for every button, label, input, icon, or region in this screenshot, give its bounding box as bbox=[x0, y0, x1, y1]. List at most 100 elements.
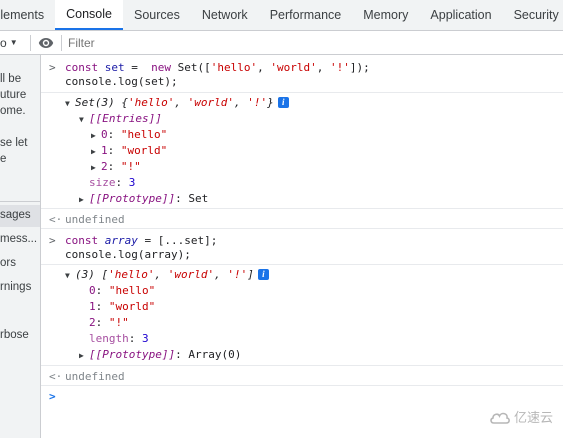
sidebar-text: se let bbox=[0, 137, 28, 149]
tab-elements[interactable]: Elements bbox=[0, 0, 55, 30]
console-result-entry: <· undefined bbox=[41, 209, 563, 229]
prototype-node[interactable]: ▶ [[Prototype]]: Array(0) bbox=[79, 348, 241, 361]
array-summary[interactable]: ▼ (3) ['hello', 'world', '!'] i bbox=[65, 268, 269, 281]
tab-application[interactable]: Application bbox=[419, 0, 502, 30]
expand-triangle-icon: ▼ bbox=[65, 99, 70, 108]
entry-key: 1 bbox=[101, 144, 108, 157]
console-log-entry: ▼ (3) ['hello', 'world', '!'] i 0: "hello"… bbox=[41, 265, 563, 366]
property-value: 3 bbox=[128, 176, 136, 189]
code-token: set bbox=[104, 61, 125, 74]
tab-memory[interactable]: Memory bbox=[352, 0, 419, 30]
property-key: [[Prototype]] bbox=[89, 192, 176, 205]
sidebar-item-messages[interactable]: sages bbox=[0, 209, 31, 221]
size-property: size: 3 bbox=[89, 176, 136, 189]
code-token: = bbox=[124, 61, 145, 74]
result-value: undefined bbox=[65, 213, 125, 226]
sidebar-item-errors[interactable]: ors bbox=[0, 257, 16, 269]
code-token: , bbox=[174, 96, 188, 109]
tab-performance[interactable]: Performance bbox=[259, 0, 353, 30]
tab-sources[interactable]: Sources bbox=[123, 0, 191, 30]
array-item: 2: "!" bbox=[89, 316, 129, 329]
entry-key: 0 bbox=[101, 128, 108, 141]
item-key: 2 bbox=[89, 316, 96, 329]
sidebar-item-warnings[interactable]: rnings bbox=[0, 281, 31, 293]
collapse-triangle-icon: ▶ bbox=[91, 147, 96, 156]
console-input-entry: > const set = new Set(['hello', 'world',… bbox=[41, 55, 563, 93]
live-expression-button[interactable] bbox=[31, 37, 61, 49]
watermark: 亿速云 bbox=[489, 407, 553, 426]
set-summary[interactable]: ▼ Set(3) {'hello', 'world', '!'} i bbox=[65, 96, 289, 109]
chevron-down-icon: ▼ bbox=[9, 38, 18, 47]
context-selector[interactable]: o ▼ bbox=[0, 36, 30, 50]
console-toolbar: o ▼ bbox=[0, 31, 563, 55]
sidebar-item-verbose[interactable]: rbose bbox=[0, 329, 29, 341]
entries-node[interactable]: ▼ [[Entries]] bbox=[79, 112, 162, 125]
item-value: "!" bbox=[108, 316, 129, 329]
result-arrow-icon: <· bbox=[49, 370, 63, 383]
watermark-text: 亿速云 bbox=[513, 411, 553, 426]
prototype-node[interactable]: ▶ [[Prototype]]: Set bbox=[79, 192, 208, 205]
code-token: 'hello' bbox=[108, 268, 155, 281]
code-token: , bbox=[316, 61, 330, 74]
sidebar-divider bbox=[0, 201, 40, 202]
console-prompt-line[interactable]: > bbox=[41, 386, 563, 408]
item-key: 1 bbox=[89, 300, 96, 313]
chevron-right-icon: > bbox=[49, 390, 56, 403]
property-value: Array(0) bbox=[188, 348, 242, 361]
filter-input[interactable] bbox=[68, 35, 508, 50]
set-entry[interactable]: ▶ 0: "hello" bbox=[91, 128, 167, 141]
info-icon[interactable]: i bbox=[277, 97, 289, 108]
code-token: 'world' bbox=[187, 96, 234, 109]
sidebar-item-user-messages[interactable]: mess... bbox=[0, 233, 37, 245]
code-token: , bbox=[214, 268, 228, 281]
devtools-tabbar: Elements Console Sources Network Perform… bbox=[0, 0, 563, 31]
set-entry[interactable]: ▶ 2: "!" bbox=[91, 160, 141, 173]
code-token: array bbox=[104, 234, 138, 247]
item-value: "hello" bbox=[108, 284, 156, 297]
expand-triangle-icon: ▼ bbox=[79, 115, 84, 124]
console-input-entry: > const array = [...set]; console.log(ar… bbox=[41, 229, 563, 265]
collapse-triangle-icon: ▶ bbox=[79, 195, 84, 204]
code-token: '!' bbox=[247, 96, 268, 109]
code-line: console.log(array); bbox=[65, 248, 191, 261]
console-result-entry: <· undefined bbox=[41, 366, 563, 386]
collapse-triangle-icon: ▶ bbox=[91, 131, 96, 140]
tab-network[interactable]: Network bbox=[191, 0, 259, 30]
code-token: const bbox=[65, 61, 99, 74]
input-prompt-icon: > bbox=[49, 61, 56, 74]
array-item: 1: "world" bbox=[89, 300, 156, 313]
code-line: const set = new Set(['hello', 'world', '… bbox=[65, 61, 370, 74]
tab-security[interactable]: Security bbox=[503, 0, 563, 30]
code-token: new bbox=[151, 61, 171, 74]
code-line: console.log(set); bbox=[65, 75, 178, 88]
sidebar-text: e bbox=[0, 153, 7, 165]
code-token: (3) [ bbox=[75, 268, 109, 281]
result-value: undefined bbox=[65, 370, 125, 383]
property-value: Set bbox=[188, 192, 209, 205]
set-entry[interactable]: ▶ 1: "world" bbox=[91, 144, 167, 157]
entry-value: "world" bbox=[120, 144, 168, 157]
input-prompt-icon: > bbox=[49, 234, 56, 247]
property-key: [[Prototype]] bbox=[89, 348, 176, 361]
entry-value: "!" bbox=[120, 160, 141, 173]
code-token: Set(3) { bbox=[75, 96, 128, 109]
console-output: > const set = new Set(['hello', 'world',… bbox=[41, 55, 563, 438]
tab-console[interactable]: Console bbox=[55, 0, 123, 30]
entries-label: [[Entries]] bbox=[89, 112, 162, 125]
collapse-triangle-icon: ▶ bbox=[79, 351, 84, 360]
console-sidebar: ll be uture ome. se let e sages mess... … bbox=[0, 55, 41, 438]
info-icon[interactable]: i bbox=[257, 269, 269, 280]
cloud-logo-icon bbox=[490, 412, 510, 424]
sidebar-text: ome. bbox=[0, 105, 26, 117]
code-token: 'hello' bbox=[210, 61, 258, 74]
sidebar-text: uture bbox=[0, 89, 27, 101]
property-key: length bbox=[89, 332, 129, 345]
code-token: '!' bbox=[227, 268, 248, 281]
code-token: ]); bbox=[349, 61, 370, 74]
property-value: 3 bbox=[142, 332, 149, 345]
code-token: Set([ bbox=[171, 61, 211, 74]
code-token: '!' bbox=[329, 61, 350, 74]
property-key: size bbox=[89, 176, 116, 189]
entry-value: "hello" bbox=[120, 128, 168, 141]
code-token: = [...set]; bbox=[137, 234, 218, 247]
